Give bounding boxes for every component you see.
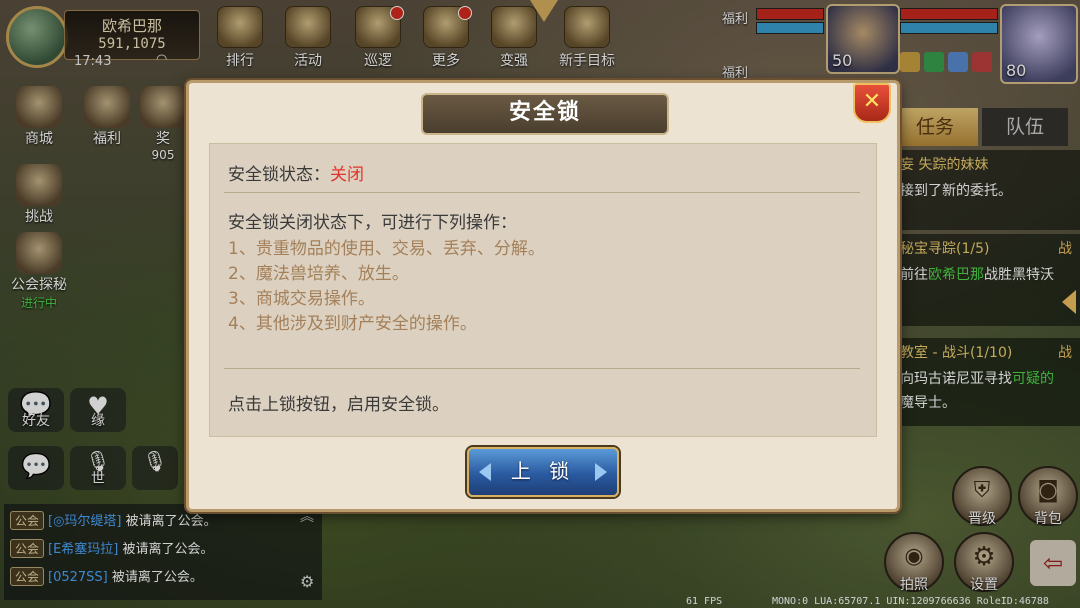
lock-hint: 点击上锁按钮，启用安全锁。 [228, 395, 449, 415]
operation-item: 2、魔法兽培养、放生。 [228, 264, 409, 284]
divider [224, 368, 860, 369]
dialog-title: 安全锁 [421, 93, 669, 135]
operations-intro: 安全锁关闭状态下，可进行下列操作： [228, 213, 517, 233]
divider [224, 192, 860, 193]
close-icon: ✕ [862, 89, 882, 114]
lock-button-label: 上 锁 [510, 459, 576, 483]
arrow-left-icon [479, 463, 491, 481]
lock-status-value: 关闭 [330, 165, 364, 185]
lock-status: 安全锁状态：关闭 [228, 160, 364, 185]
lock-status-label: 安全锁状态： [228, 165, 330, 185]
operation-item: 1、贵重物品的使用、交易、丢弃、分解。 [228, 239, 545, 259]
operation-item: 3、商城交易操作。 [228, 289, 375, 309]
arrow-right-icon [595, 463, 607, 481]
operation-item: 4、其他涉及到财产安全的操作。 [228, 314, 477, 334]
security-lock-dialog: 安全锁 ✕ 安全锁状态：关闭 安全锁关闭状态下，可进行下列操作： 1、贵重物品的… [186, 80, 900, 512]
lock-button[interactable]: 上 锁 [467, 447, 619, 497]
close-button[interactable]: ✕ [853, 83, 891, 123]
dialog-content: 安全锁状态：关闭 安全锁关闭状态下，可进行下列操作： 1、贵重物品的使用、交易、… [209, 143, 877, 437]
